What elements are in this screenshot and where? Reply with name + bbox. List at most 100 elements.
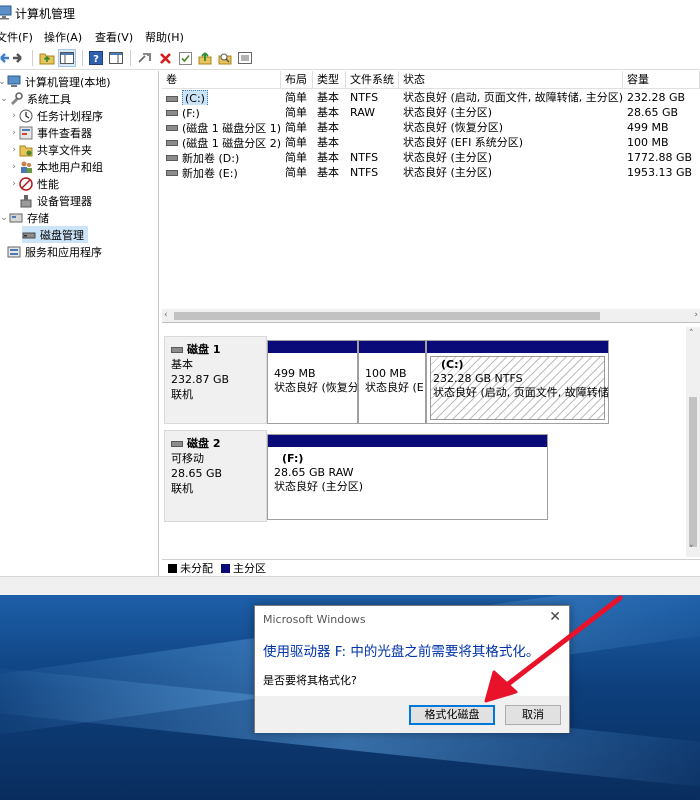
console-tree: ⌄ 计算机管理(本地) ⌄ 系统工具 › 任务计划程序 › 事件查看器 › 共享… bbox=[0, 71, 159, 576]
toolbar-separator bbox=[130, 50, 131, 66]
delete-icon[interactable] bbox=[156, 49, 174, 67]
tree-item-computer-management[interactable]: ⌄ 计算机管理(本地) bbox=[0, 73, 111, 90]
partition-bar bbox=[268, 341, 357, 353]
chevron-right-icon[interactable]: › bbox=[9, 179, 19, 189]
tree-item-system-tools[interactable]: ⌄ 系统工具 bbox=[0, 90, 71, 107]
tree-item-storage[interactable]: ⌄ 存储 bbox=[0, 209, 49, 226]
menu-action[interactable]: 操作(A) bbox=[44, 29, 82, 45]
tree-item-label: 任务计划程序 bbox=[37, 109, 103, 123]
volume-name-cell: (F:) bbox=[162, 105, 281, 120]
table-row[interactable]: 新加卷 (D:) 简单 基本 NTFS 状态良好 (主分区) 1772.88 GB bbox=[162, 150, 700, 165]
volume-capacity-cell: 28.65 GB bbox=[627, 106, 679, 119]
tree-item-label: 事件查看器 bbox=[37, 126, 92, 140]
dialog-title: Microsoft Windows bbox=[263, 613, 366, 626]
tree-item-task-scheduler[interactable]: › 任务计划程序 bbox=[9, 107, 103, 124]
tree-item-event-viewer[interactable]: › 事件查看器 bbox=[9, 124, 92, 141]
dialog-footer: 格式化磁盘 取消 bbox=[255, 696, 569, 733]
column-header-status[interactable]: 状态 bbox=[399, 71, 623, 89]
volume-layout-cell: 简单 bbox=[285, 136, 307, 149]
volume-status-cell: 状态良好 (恢复分区) bbox=[403, 121, 504, 134]
properties-pane-icon[interactable] bbox=[107, 49, 125, 67]
search-folder-icon[interactable] bbox=[216, 49, 234, 67]
vertical-scrollbar[interactable]: ˄ ˅ bbox=[686, 327, 700, 557]
column-header-volume[interactable]: 卷 bbox=[162, 71, 281, 89]
chevron-down-icon[interactable]: ⌄ bbox=[0, 77, 7, 87]
scroll-up-icon[interactable]: ˄ bbox=[689, 329, 694, 339]
disk-1-label[interactable]: 磁盘 1 基本 232.87 GB 联机 bbox=[164, 336, 267, 424]
column-header-type[interactable]: 类型 bbox=[313, 71, 346, 89]
close-icon[interactable]: ✕ bbox=[549, 609, 561, 625]
volume-name: 新加卷 (E:) bbox=[182, 166, 238, 180]
table-row[interactable]: (C:) 简单 基本 NTFS 状态良好 (启动, 页面文件, 故障转储, 主分区) 23… bbox=[162, 90, 700, 105]
chevron-down-icon[interactable]: ⌄ bbox=[0, 213, 9, 223]
tree-item-shared-folders[interactable]: › 共享文件夹 bbox=[9, 141, 92, 158]
scrollbar-thumb[interactable] bbox=[689, 397, 697, 547]
scroll-down-icon[interactable]: ˅ bbox=[689, 545, 694, 555]
format-disk-dialog: Microsoft Windows ✕ 使用驱动器 F: 中的光盘之前需要将其格… bbox=[254, 605, 570, 733]
menu-file[interactable]: 文件(F) bbox=[0, 29, 33, 45]
partition-size: 232.28 GB NTFS bbox=[433, 372, 523, 385]
volume-list-header: 卷 布局 类型 文件系统 状态 容量 bbox=[162, 71, 700, 89]
scroll-left-icon[interactable]: ‹ bbox=[164, 310, 168, 320]
show-hide-console-tree-icon[interactable] bbox=[58, 49, 76, 67]
check-icon[interactable] bbox=[176, 49, 194, 67]
tree-item-disk-management[interactable]: 磁盘管理 bbox=[22, 226, 88, 243]
menu-view[interactable]: 查看(V) bbox=[95, 29, 133, 45]
volume-type-cell: 基本 bbox=[317, 166, 339, 179]
menu-help[interactable]: 帮助(H) bbox=[145, 29, 184, 45]
partition-f[interactable]: (F:) 28.65 GB RAW 状态良好 (主分区) bbox=[267, 434, 548, 520]
table-row[interactable]: (磁盘 1 磁盘分区 2) 简单 基本 状态良好 (EFI 系统分区) 100 MB bbox=[162, 135, 700, 150]
partition-c[interactable]: (C:) 232.28 GB NTFS 状态良好 (启动, 页面文件, 故障转储 bbox=[426, 340, 609, 424]
list-view-icon[interactable] bbox=[236, 49, 254, 67]
table-row[interactable]: (磁盘 1 磁盘分区 1) 简单 基本 状态良好 (恢复分区) 499 MB bbox=[162, 120, 700, 135]
chevron-right-icon[interactable]: › bbox=[9, 162, 19, 172]
scroll-right-icon[interactable]: › bbox=[694, 310, 698, 320]
volume-name-cell: (磁盘 1 磁盘分区 1) bbox=[162, 120, 281, 135]
table-row[interactable]: (F:) 简单 基本 RAW 状态良好 (主分区) 28.65 GB bbox=[162, 105, 700, 120]
volume-capacity-cell: 499 MB bbox=[627, 121, 669, 134]
unallocated-swatch bbox=[168, 563, 177, 573]
table-row[interactable]: 新加卷 (E:) 简单 基本 NTFS 状态良好 (主分区) 1953.13 GB bbox=[162, 165, 700, 180]
services-icon bbox=[7, 245, 21, 259]
export-up-icon[interactable] bbox=[196, 49, 214, 67]
legend-unallocated: 未分配 bbox=[180, 562, 213, 575]
volume-type-cell: 基本 bbox=[317, 136, 339, 149]
computer-management-icon bbox=[0, 5, 12, 20]
disk-kind: 基本 bbox=[171, 358, 193, 371]
disk-2-label[interactable]: 磁盘 2 可移动 28.65 GB 联机 bbox=[164, 430, 267, 522]
scrollbar-thumb[interactable] bbox=[174, 312, 600, 320]
partition-bar bbox=[268, 435, 547, 447]
volume-name: (磁盘 1 磁盘分区 1) bbox=[182, 121, 281, 135]
chevron-right-icon[interactable]: › bbox=[9, 111, 19, 121]
tree-item-services-apps[interactable]: 服务和应用程序 bbox=[7, 243, 102, 260]
cancel-button[interactable]: 取消 bbox=[505, 705, 561, 725]
disk-management-pane: 卷 布局 类型 文件系统 状态 容量 (C:) 简单 基本 NTFS 状态良好 (启动,… bbox=[162, 71, 700, 576]
chevron-right-icon[interactable]: › bbox=[9, 128, 19, 138]
storage-icon bbox=[9, 211, 23, 225]
forward-arrow-icon[interactable] bbox=[10, 49, 28, 67]
chevron-down-icon[interactable]: ⌄ bbox=[0, 94, 9, 104]
tree-item-performance[interactable]: › 性能 bbox=[9, 175, 59, 192]
connect-icon[interactable] bbox=[136, 49, 154, 67]
up-folder-icon[interactable] bbox=[38, 49, 56, 67]
column-header-capacity[interactable]: 容量 bbox=[623, 71, 700, 89]
toolbar: ? bbox=[0, 46, 700, 70]
toolbar-separator bbox=[32, 50, 33, 66]
partition-recovery[interactable]: 499 MB 状态良好 (恢复分 bbox=[267, 340, 358, 424]
column-header-filesystem[interactable]: 文件系统 bbox=[346, 71, 399, 89]
partition-efi[interactable]: 100 MB 状态良好 (E bbox=[358, 340, 426, 424]
column-header-layout[interactable]: 布局 bbox=[281, 71, 313, 89]
tree-item-local-users[interactable]: › 本地用户和组 bbox=[9, 158, 103, 175]
volume-drive-icon bbox=[166, 155, 178, 161]
help-icon[interactable]: ? bbox=[87, 49, 105, 67]
tree-item-device-manager[interactable]: 设备管理器 bbox=[19, 192, 92, 209]
chevron-right-icon[interactable]: › bbox=[9, 145, 19, 155]
volume-status-cell: 状态良好 (主分区) bbox=[403, 151, 493, 164]
horizontal-scrollbar[interactable]: ‹ › bbox=[162, 309, 700, 322]
partition-status: 状态良好 (E bbox=[365, 381, 424, 394]
shared-folder-icon bbox=[19, 143, 33, 157]
tree-item-label: 磁盘管理 bbox=[40, 228, 84, 242]
format-disk-button[interactable]: 格式化磁盘 bbox=[409, 705, 495, 725]
volume-fs-cell: NTFS bbox=[350, 166, 379, 179]
volume-capacity-cell: 100 MB bbox=[627, 136, 669, 149]
